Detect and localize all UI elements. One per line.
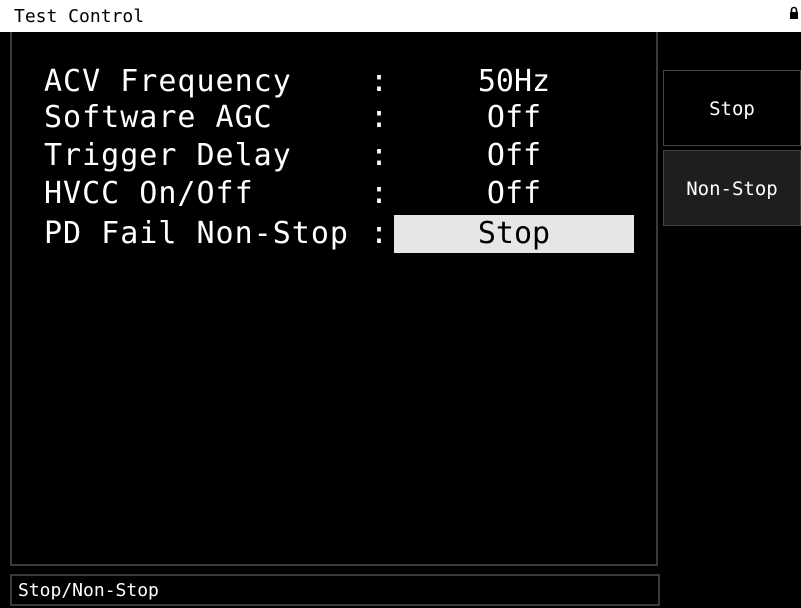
setting-separator: : — [370, 100, 389, 135]
setting-separator: : — [370, 138, 389, 173]
setting-label: Software AGC — [44, 100, 273, 135]
setting-label: PD Fail Non-Stop — [44, 216, 349, 251]
setting-row-software-agc[interactable]: Software AGC : Off — [12, 100, 652, 136]
setting-row-pd-fail-non-stop[interactable]: PD Fail Non-Stop : Stop — [12, 215, 652, 253]
setting-separator: : — [370, 176, 389, 211]
setting-value[interactable]: Off — [394, 176, 634, 212]
status-text: Stop/Non-Stop — [18, 580, 159, 601]
status-bar: Stop/Non-Stop — [10, 574, 660, 606]
setting-separator: : — [370, 216, 389, 251]
setting-value[interactable]: Off — [394, 100, 634, 136]
setting-value[interactable]: 50Hz — [394, 64, 634, 100]
setting-label: ACV Frequency — [44, 64, 292, 99]
setting-row-hvcc[interactable]: HVCC On/Off : Off — [12, 176, 652, 212]
setting-label: Trigger Delay — [44, 138, 292, 173]
settings-panel: ACV Frequency : 50Hz Software AGC : Off … — [10, 32, 658, 566]
non-stop-softkey[interactable]: Non-Stop — [663, 150, 801, 226]
stop-softkey[interactable]: Stop — [663, 70, 801, 146]
softkey-sidebar: Stop Non-Stop — [663, 32, 801, 608]
setting-row-trigger-delay[interactable]: Trigger Delay : Off — [12, 138, 652, 174]
setting-separator: : — [370, 64, 389, 99]
setting-label: HVCC On/Off — [44, 176, 254, 211]
lock-icon — [789, 6, 799, 24]
setting-value[interactable]: Off — [394, 138, 634, 174]
setting-value-selected[interactable]: Stop — [394, 215, 634, 253]
title-bar: Test Control — [0, 0, 801, 32]
setting-row-acv-frequency[interactable]: ACV Frequency : 50Hz — [12, 64, 652, 100]
window-title: Test Control — [14, 6, 145, 27]
